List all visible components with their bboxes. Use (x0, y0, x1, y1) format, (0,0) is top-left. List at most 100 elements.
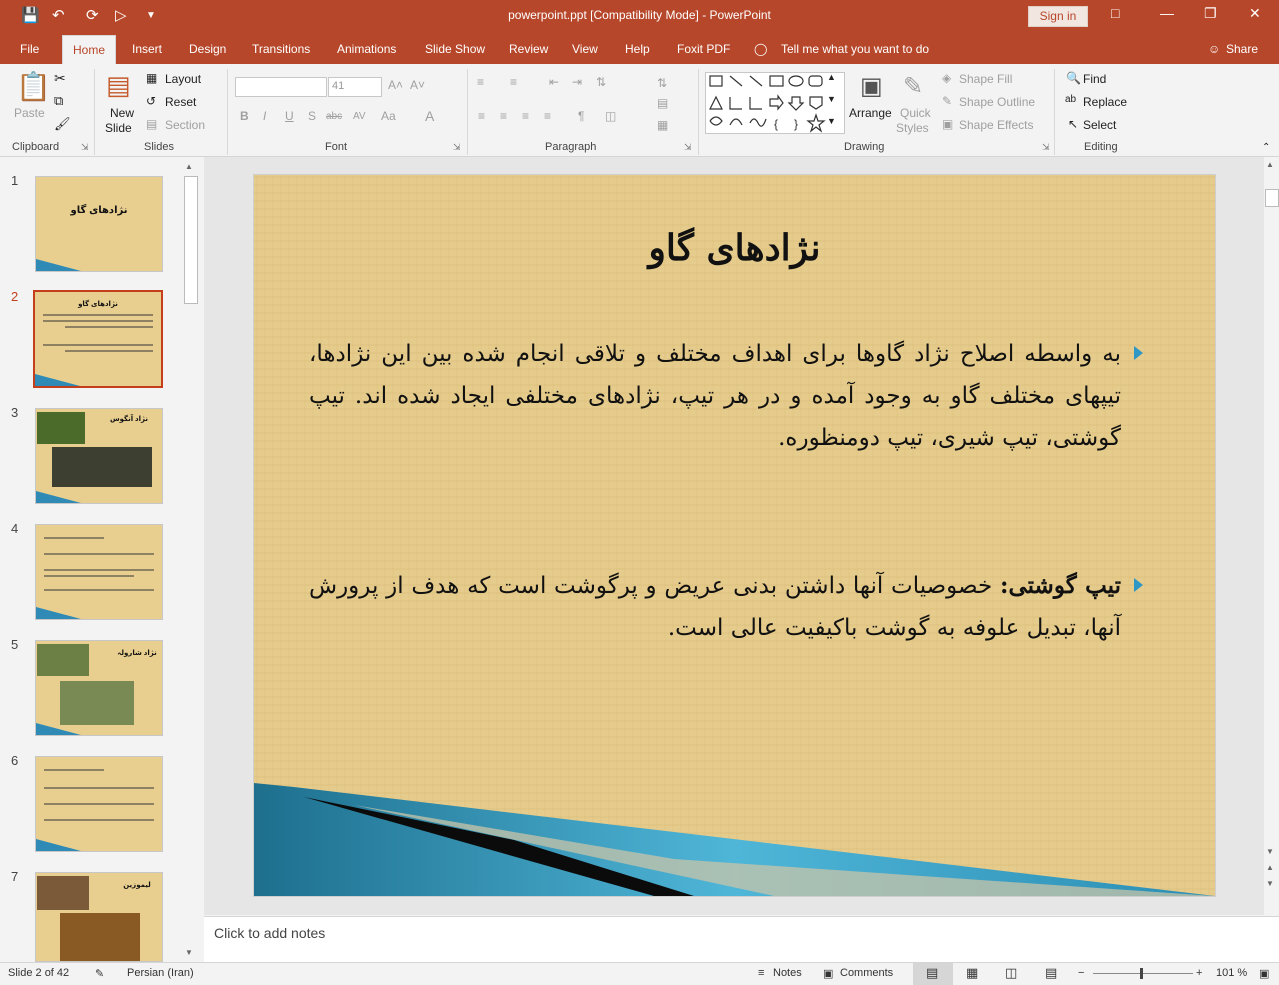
underline-icon[interactable]: U (285, 109, 294, 123)
layout-button[interactable]: Layout (165, 72, 201, 86)
smartart-icon[interactable]: ▦ (657, 118, 668, 132)
bold-icon[interactable]: B (240, 109, 249, 123)
shrink-font-icon[interactable]: A˅ (410, 78, 425, 92)
decrease-indent-icon[interactable]: ⇤ (549, 75, 559, 89)
quick-styles-icon[interactable]: ✎ (903, 72, 923, 101)
slide-sorter-icon[interactable]: ▦ (966, 965, 978, 981)
minimize-button[interactable]: — (1160, 5, 1174, 21)
ribbon-display-icon[interactable]: □ (1111, 5, 1119, 21)
tab-slide-show[interactable]: Slide Show (425, 42, 485, 56)
close-button[interactable]: ✕ (1249, 5, 1261, 22)
collapse-ribbon-icon[interactable]: ⌃ (1262, 142, 1270, 153)
thumbnail-scroll-thumb[interactable] (184, 176, 198, 304)
format-painter-icon[interactable]: 🖌 (54, 116, 71, 132)
select-button[interactable]: Select (1083, 118, 1116, 132)
italic-icon[interactable]: I (263, 109, 266, 123)
new-slide-button-line2[interactable]: Slide (105, 121, 132, 135)
font-size-combo[interactable]: 41 (328, 77, 382, 97)
normal-view-icon[interactable]: ▤ (926, 965, 938, 981)
font-color-icon[interactable]: A (425, 108, 434, 124)
tab-design[interactable]: Design (189, 42, 226, 56)
scroll-up-icon[interactable]: ▲ (185, 162, 193, 171)
align-center-icon[interactable]: ≡ (500, 109, 507, 123)
paste-button[interactable]: Paste (14, 106, 45, 120)
paste-icon[interactable]: 📋 (16, 70, 51, 103)
scroll-down-icon[interactable]: ▼ (1266, 847, 1274, 856)
shape-effects-button[interactable]: Shape Effects (959, 118, 1034, 132)
slide-thumbnail-1[interactable]: نژادهای گاو (35, 176, 163, 272)
rtl-icon[interactable]: ¶ (578, 109, 584, 123)
slide-bullet-2[interactable]: تیپ گوشتی: خصوصیات آنها داشتن بدنی عریض … (309, 565, 1121, 649)
sign-in-button[interactable]: Sign in (1028, 6, 1088, 27)
tab-help[interactable]: Help (625, 42, 650, 56)
tab-insert[interactable]: Insert (132, 42, 162, 56)
slide-thumbnail-6[interactable] (35, 756, 163, 852)
columns-icon[interactable]: ◫ (605, 109, 616, 123)
font-name-combo[interactable] (235, 77, 327, 97)
zoom-in-icon[interactable]: + (1196, 967, 1202, 979)
reset-button[interactable]: Reset (165, 95, 196, 109)
shapes-scroll-down-icon[interactable]: ▼ (827, 94, 836, 104)
justify-icon[interactable]: ≡ (544, 109, 551, 123)
copy-icon[interactable]: ⧉ (54, 93, 63, 109)
slide-thumbnail-7[interactable]: لیموزین (35, 872, 163, 962)
align-right-icon[interactable]: ≡ (522, 109, 529, 123)
tab-view[interactable]: View (572, 42, 598, 56)
align-text-icon[interactable]: ▤ (657, 96, 668, 110)
shapes-scroll-up-icon[interactable]: ▲ (827, 72, 836, 82)
thumbnail-scrollbar[interactable]: ▲ ▼ (184, 160, 198, 960)
slide-thumbnail-4[interactable] (35, 524, 163, 620)
tab-animations[interactable]: Animations (337, 42, 396, 56)
slide-thumbnail-2[interactable]: نژادهای گاو (33, 290, 163, 388)
new-slide-icon[interactable]: ▤ (106, 70, 131, 101)
tab-home[interactable]: Home (62, 35, 117, 65)
scroll-up-icon[interactable]: ▲ (1266, 160, 1274, 169)
language-indicator[interactable]: Persian (Iran) (127, 967, 194, 979)
slideshow-icon[interactable]: ▤ (1045, 965, 1057, 981)
section-button[interactable]: Section (165, 118, 205, 132)
notes-placeholder[interactable]: Click to add notes (214, 925, 325, 941)
scroll-down-icon[interactable]: ▼ (185, 948, 193, 957)
comments-button[interactable]: Comments (840, 967, 893, 979)
slide-scroll-thumb[interactable] (1265, 189, 1279, 207)
tab-review[interactable]: Review (509, 42, 548, 56)
previous-slide-icon[interactable]: ▲ (1266, 863, 1274, 872)
zoom-slider-track[interactable] (1093, 973, 1193, 974)
replace-button[interactable]: Replace (1083, 95, 1127, 109)
slide-scrollbar[interactable]: ▲ ▼ ▲ ▼ (1264, 157, 1279, 915)
paragraph-launcher-icon[interactable]: ⇲ (684, 142, 692, 153)
tab-file[interactable]: File (20, 42, 39, 56)
zoom-slider-thumb[interactable] (1140, 968, 1143, 979)
slide-bullet-1[interactable]: به واسطه اصلاح نژاد گاوها برای اهداف مخت… (309, 333, 1121, 459)
tab-foxit-pdf[interactable]: Foxit PDF (677, 42, 730, 56)
reading-view-icon[interactable]: ◫ (1005, 965, 1017, 981)
slide-thumbnail-5[interactable]: نژاد شارولہ (35, 640, 163, 736)
zoom-out-icon[interactable]: − (1078, 967, 1084, 979)
notes-button[interactable]: Notes (773, 967, 802, 979)
cut-icon[interactable]: ✂ (54, 70, 66, 87)
tell-me-search[interactable]: Tell me what you want to do (781, 42, 929, 56)
arrange-button[interactable]: Arrange (849, 106, 892, 120)
next-slide-icon[interactable]: ▼ (1266, 879, 1274, 888)
increase-indent-icon[interactable]: ⇥ (572, 75, 582, 89)
new-slide-button[interactable]: New (110, 106, 134, 120)
shapes-more-icon[interactable]: ▼ (827, 116, 836, 126)
find-button[interactable]: Find (1083, 72, 1106, 86)
slide-thumbnail-3[interactable]: نژاد آنگوس (35, 408, 163, 504)
strikethrough-icon[interactable]: abc (326, 111, 342, 122)
text-direction-icon[interactable]: ⇅ (657, 76, 667, 90)
fit-to-window-icon[interactable]: ▣ (1259, 967, 1269, 980)
shadow-icon[interactable]: S (308, 109, 316, 123)
notes-pane[interactable]: Click to add notes (204, 916, 1279, 963)
grow-font-icon[interactable]: A˄ (388, 78, 403, 92)
numbering-icon[interactable]: ≡ (510, 75, 517, 89)
restore-button[interactable]: ❐ (1204, 5, 1217, 22)
tab-transitions[interactable]: Transitions (252, 42, 310, 56)
bullets-icon[interactable]: ≡ (477, 75, 484, 89)
zoom-level[interactable]: 101 % (1216, 967, 1247, 979)
drawing-launcher-icon[interactable]: ⇲ (1042, 142, 1050, 153)
spelling-icon[interactable]: ✎ (95, 967, 104, 980)
quick-styles-button-line2[interactable]: Styles (896, 121, 929, 135)
current-slide[interactable]: نژادهای گاو به واسطه اصلاح نژاد گاوها بر… (253, 174, 1216, 897)
shape-outline-button[interactable]: Shape Outline (959, 95, 1035, 109)
